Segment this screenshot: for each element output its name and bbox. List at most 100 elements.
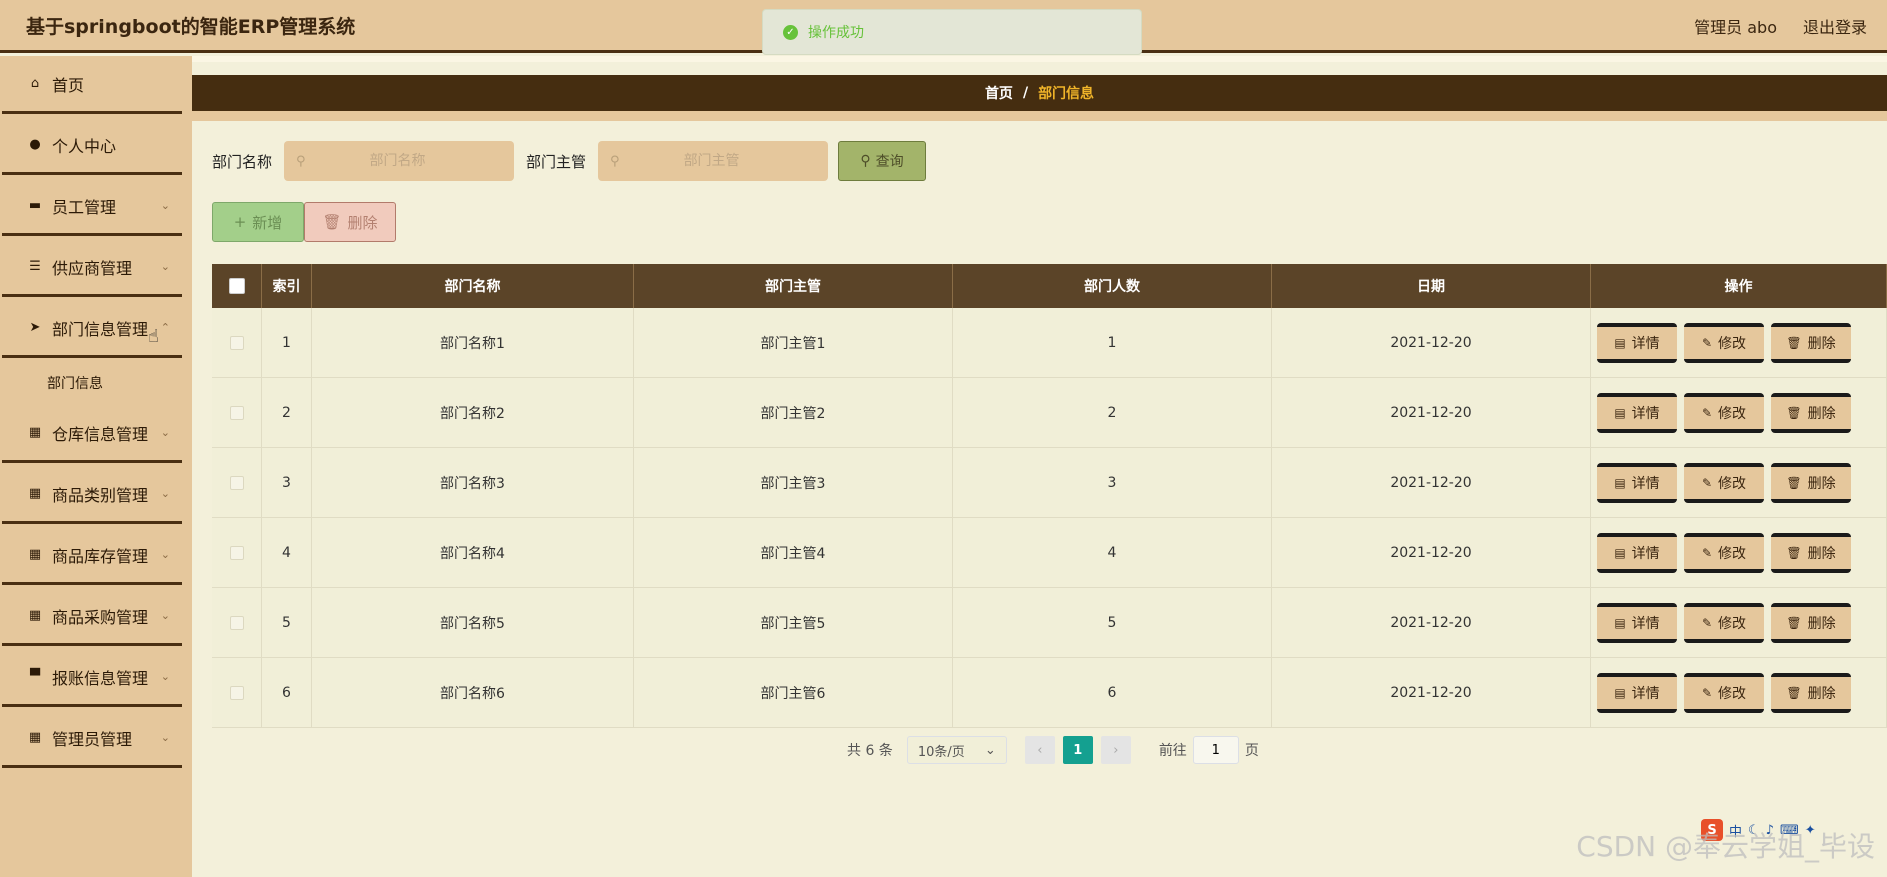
detail-label: 详情 bbox=[1631, 405, 1660, 422]
total-count: 共 6 条 bbox=[847, 743, 893, 759]
table-row: 6 部门名称6 部门主管6 6 2021-12-20 ▤ 详情 ✎ 修改 🗑 删除 bbox=[212, 658, 1887, 728]
trash-icon: 🗑 bbox=[1786, 475, 1802, 490]
cell-operations: ▤ 详情 ✎ 修改 🗑 删除 bbox=[1591, 308, 1887, 377]
table-row: 1 部门名称1 部门主管1 1 2021-12-20 ▤ 详情 ✎ 修改 🗑 删除 bbox=[212, 308, 1887, 378]
chevron-down-icon: ⌄ bbox=[984, 742, 996, 758]
delete-label: 删除 bbox=[1807, 685, 1836, 702]
delete-button[interactable]: 🗑 删除 bbox=[1771, 392, 1851, 433]
grid-icon: ▦ bbox=[28, 730, 42, 745]
add-button[interactable]: + 新增 bbox=[212, 202, 304, 242]
cell-department-name: 部门名称4 bbox=[312, 518, 634, 587]
page-size-select[interactable]: 10条/页 ⌄ bbox=[906, 736, 1007, 764]
row-checkbox[interactable] bbox=[229, 335, 244, 350]
delete-button[interactable]: 🗑 删除 bbox=[1771, 672, 1851, 713]
batch-delete-button[interactable]: 🗑 删除 bbox=[304, 202, 396, 242]
sidebar-subitem-department-info[interactable]: 部门信息 bbox=[0, 361, 192, 405]
table-header: 索引 部门名称 部门主管 部门人数 日期 操作 bbox=[212, 264, 1887, 308]
sidebar-item-purchasing[interactable]: ▦ 商品采购管理 ⌄ bbox=[2, 588, 182, 646]
delete-button[interactable]: 🗑 删除 bbox=[1771, 462, 1851, 503]
delete-button[interactable]: 🗑 删除 bbox=[1771, 532, 1851, 573]
cell-department-count: 5 bbox=[953, 588, 1272, 657]
current-user: 管理员 abo bbox=[1694, 18, 1777, 37]
grid-icon: ▦ bbox=[28, 425, 42, 440]
query-button[interactable]: ⚲ 查询 bbox=[838, 141, 927, 181]
main-content: 首页 / 部门信息 部门名称 ⚲ 部门主管 ⚲ ⚲ 查询 + 新增 🗑 删除 bbox=[192, 56, 1887, 877]
department-name-input[interactable] bbox=[305, 152, 490, 170]
detail-button[interactable]: ▤ 详情 bbox=[1597, 672, 1677, 713]
sidebar-item-label: 部门信息管理 bbox=[52, 319, 149, 339]
goto-page: 前往 页 bbox=[1159, 736, 1259, 764]
goto-prefix: 前往 bbox=[1158, 743, 1187, 759]
next-page-button[interactable]: › bbox=[1100, 736, 1131, 764]
row-checkbox[interactable] bbox=[229, 475, 244, 490]
delete-label: 删除 bbox=[1807, 615, 1836, 632]
detail-button[interactable]: ▤ 详情 bbox=[1597, 392, 1677, 433]
header-operations: 操作 bbox=[1591, 264, 1887, 308]
sidebar-item-suppliers[interactable]: ☰ 供应商管理 ⌄ bbox=[2, 239, 182, 297]
sidebar-item-warehouses[interactable]: ▦ 仓库信息管理 ⌄ bbox=[2, 405, 182, 463]
sidebar-item-product-categories[interactable]: ▦ 商品类别管理 ⌄ bbox=[2, 466, 182, 524]
pencil-icon: ✎ bbox=[1701, 405, 1713, 420]
detail-button[interactable]: ▤ 详情 bbox=[1597, 462, 1677, 503]
chevron-down-icon: ⌄ bbox=[160, 426, 170, 439]
department-manager-input[interactable] bbox=[619, 152, 804, 170]
edit-button[interactable]: ✎ 修改 bbox=[1684, 322, 1764, 363]
department-name-input-wrapper: ⚲ bbox=[284, 141, 515, 181]
cell-index: 6 bbox=[262, 658, 312, 727]
logout-link[interactable]: 退出登录 bbox=[1803, 14, 1867, 38]
delete-label: 删除 bbox=[1807, 475, 1836, 492]
row-checkbox[interactable] bbox=[229, 685, 244, 700]
top-strip bbox=[192, 56, 1887, 62]
sidebar-item-admins[interactable]: ▦ 管理员管理 ⌄ bbox=[2, 710, 182, 768]
check-circle-icon: ✓ bbox=[783, 24, 798, 40]
chevron-down-icon: ⌄ bbox=[160, 487, 170, 500]
edit-label: 修改 bbox=[1718, 335, 1747, 352]
row-checkbox[interactable] bbox=[229, 545, 244, 560]
header-department-manager: 部门主管 bbox=[634, 264, 953, 308]
sidebar-item-expenses[interactable]: ▀ 报账信息管理 ⌄ bbox=[2, 649, 182, 707]
sidebar-item-profile[interactable]: ● 个人中心 bbox=[2, 117, 182, 175]
sidebar-item-label: 仓库信息管理 bbox=[52, 424, 149, 444]
edit-button[interactable]: ✎ 修改 bbox=[1684, 392, 1764, 433]
detail-label: 详情 bbox=[1631, 545, 1660, 562]
edit-label: 修改 bbox=[1718, 685, 1747, 702]
sidebar-item-label: 个人中心 bbox=[52, 136, 117, 156]
sidebar-item-home[interactable]: ⌂ 首页 bbox=[2, 56, 182, 114]
detail-button[interactable]: ▤ 详情 bbox=[1597, 602, 1677, 643]
sidebar-item-label: 商品类别管理 bbox=[52, 485, 149, 505]
cell-department-manager: 部门主管5 bbox=[634, 588, 953, 657]
home-icon: ⌂ bbox=[30, 76, 40, 91]
edit-button[interactable]: ✎ 修改 bbox=[1684, 532, 1764, 573]
cell-department-manager: 部门主管3 bbox=[634, 448, 953, 517]
sidebar-item-inventory[interactable]: ▦ 商品库存管理 ⌄ bbox=[2, 527, 182, 585]
monitor-icon: ▀ bbox=[30, 669, 40, 684]
row-checkbox[interactable] bbox=[229, 405, 244, 420]
sidebar-item-label: 首页 bbox=[52, 75, 85, 95]
detail-button[interactable]: ▤ 详情 bbox=[1597, 322, 1677, 363]
cell-department-count: 4 bbox=[953, 518, 1272, 587]
select-all-checkbox[interactable] bbox=[228, 278, 245, 294]
department-name-label: 部门名称 bbox=[212, 152, 273, 171]
edit-button[interactable]: ✎ 修改 bbox=[1684, 462, 1764, 503]
cell-department-manager: 部门主管1 bbox=[634, 308, 953, 377]
prev-page-button[interactable]: ‹ bbox=[1024, 736, 1055, 764]
pencil-icon: ✎ bbox=[1701, 475, 1713, 490]
delete-button[interactable]: 🗑 删除 bbox=[1771, 322, 1851, 363]
page-number-current[interactable]: 1 bbox=[1062, 736, 1093, 764]
detail-button[interactable]: ▤ 详情 bbox=[1597, 532, 1677, 573]
delete-button[interactable]: 🗑 删除 bbox=[1771, 602, 1851, 643]
breadcrumb-home[interactable]: 首页 bbox=[985, 83, 1013, 103]
send-icon: ➤ bbox=[29, 320, 41, 335]
chevron-down-icon: ⌄ bbox=[160, 731, 170, 744]
sidebar-item-employees[interactable]: ▬ 员工管理 ⌄ bbox=[2, 178, 182, 236]
document-icon: ▤ bbox=[1614, 405, 1626, 420]
edit-button[interactable]: ✎ 修改 bbox=[1684, 602, 1764, 643]
cell-department-manager: 部门主管6 bbox=[634, 658, 953, 727]
header-index: 索引 bbox=[262, 264, 312, 308]
edit-label: 修改 bbox=[1718, 615, 1747, 632]
row-checkbox[interactable] bbox=[229, 615, 244, 630]
goto-page-input[interactable] bbox=[1192, 736, 1239, 764]
edit-button[interactable]: ✎ 修改 bbox=[1684, 672, 1764, 713]
cell-date: 2021-12-20 bbox=[1272, 448, 1591, 517]
delete-label: 删除 bbox=[1807, 405, 1836, 422]
